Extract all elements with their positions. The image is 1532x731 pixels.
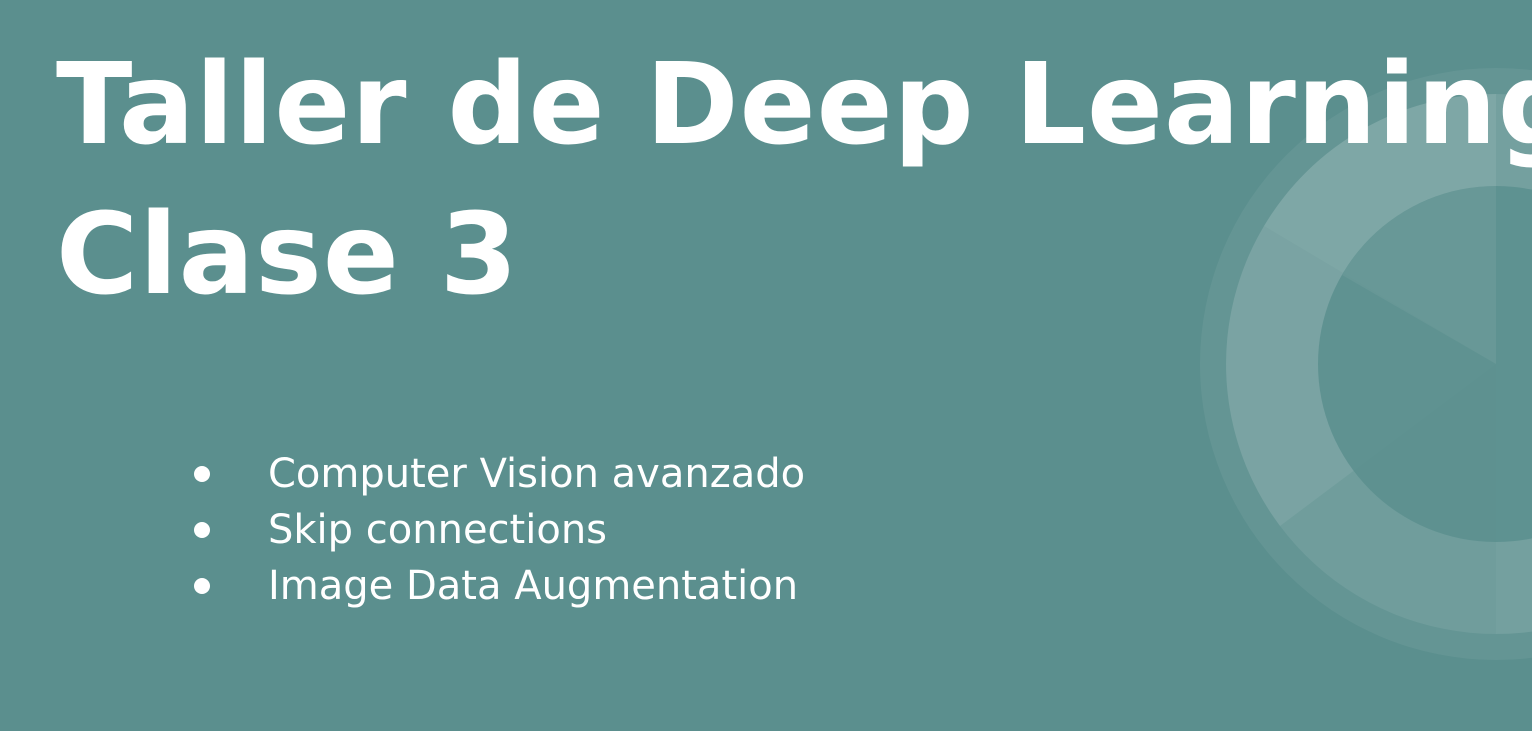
bullet-text: Skip connections — [268, 507, 608, 553]
bullet-text: Computer Vision avanzado — [268, 451, 806, 497]
bullet-icon — [194, 522, 210, 538]
bullet-icon — [194, 578, 210, 594]
slide-title: Taller de Deep Learning Clase 3 — [56, 30, 1532, 330]
title-line-2: Clase 3 — [56, 190, 519, 320]
slide: Taller de Deep Learning Clase 3 Computer… — [0, 0, 1532, 731]
title-line-1: Taller de Deep Learning — [56, 40, 1532, 170]
bullet-icon — [194, 466, 210, 482]
bullet-text: Image Data Augmentation — [268, 563, 799, 609]
